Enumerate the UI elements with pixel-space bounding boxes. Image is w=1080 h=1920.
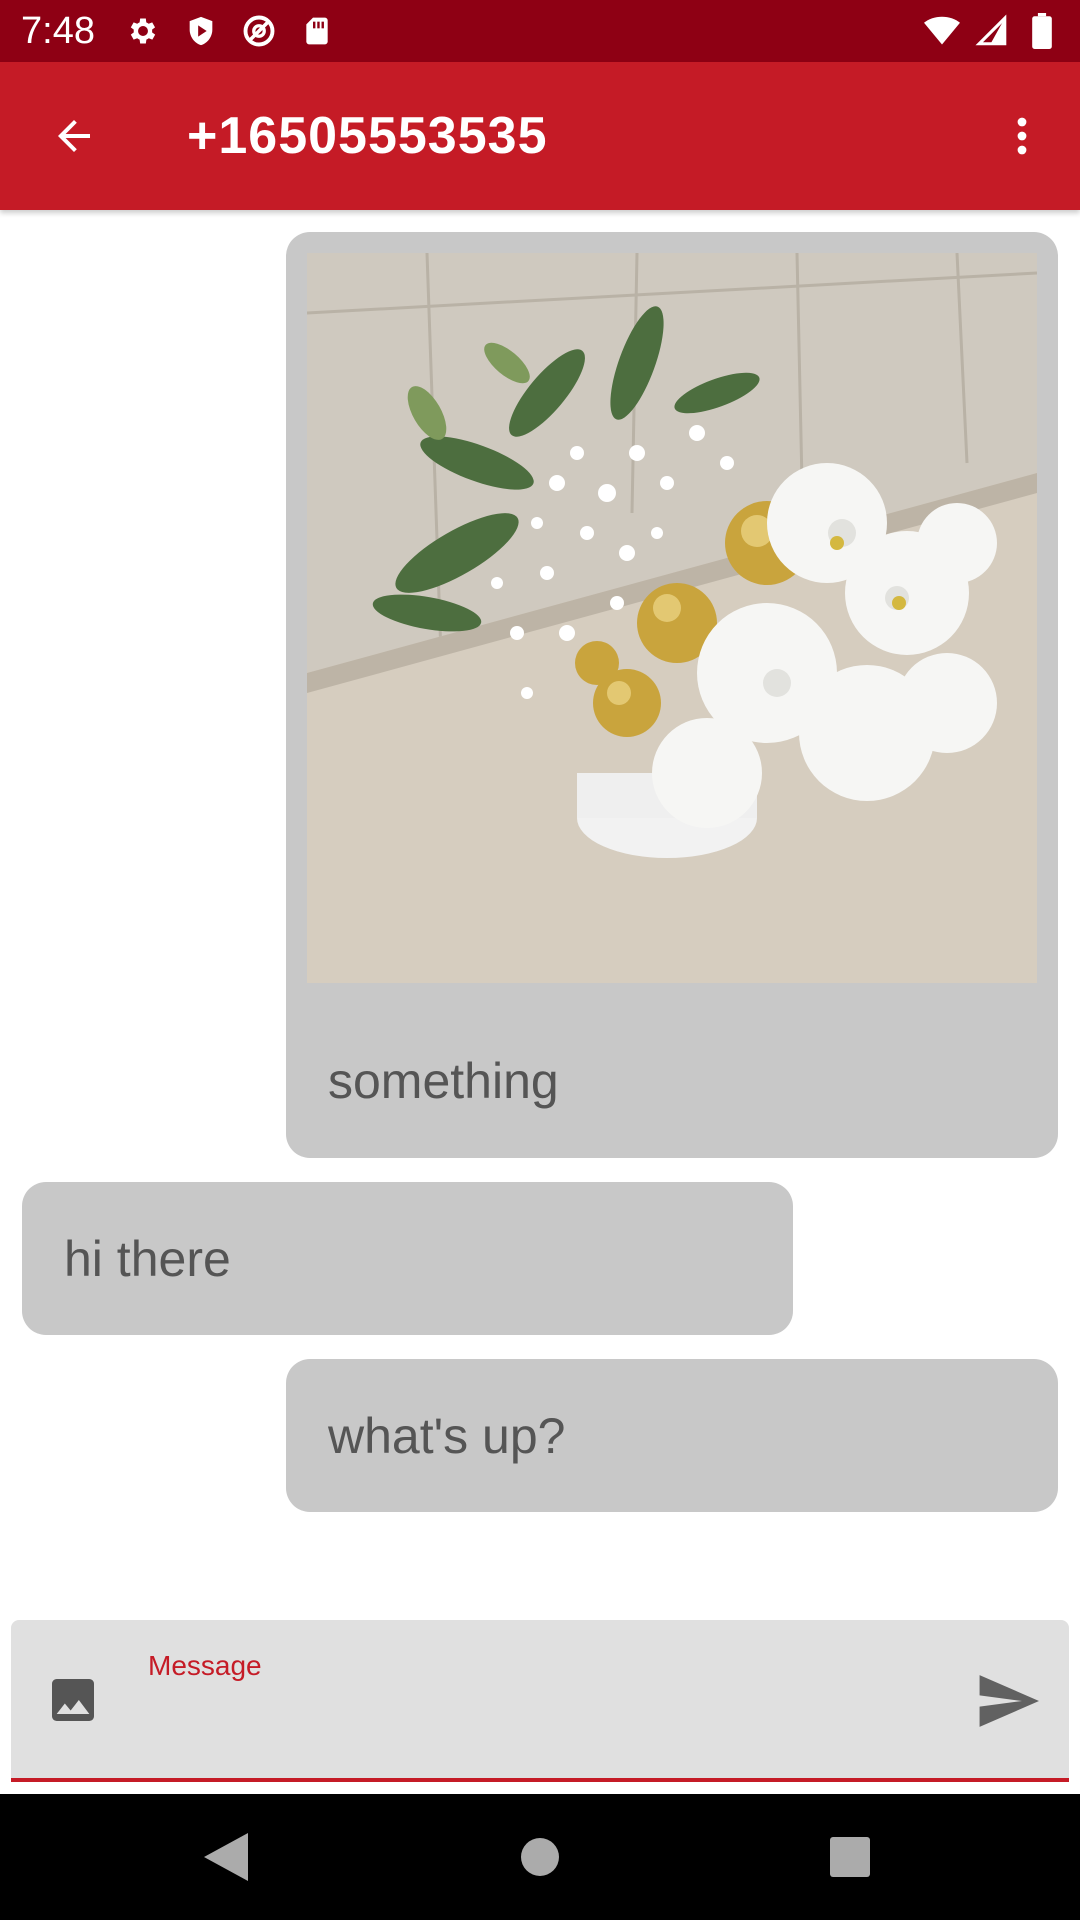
attached-photo[interactable] xyxy=(307,253,1037,983)
signal-icon xyxy=(974,13,1010,49)
no-disturb-icon xyxy=(241,13,277,49)
message-bubble-outgoing[interactable]: what's up? xyxy=(286,1359,1058,1512)
message-text: hi there xyxy=(64,1231,231,1287)
message-text: something xyxy=(328,1053,559,1109)
nav-home-button[interactable] xyxy=(510,1827,570,1887)
more-options-button[interactable] xyxy=(988,102,1056,170)
flower-bouquet-photo xyxy=(307,253,1037,983)
system-nav-bar xyxy=(0,1794,1080,1920)
message-bubble-outgoing[interactable]: something xyxy=(286,232,1058,1158)
conversation-title: +16505553535 xyxy=(187,107,548,165)
battery-icon xyxy=(1024,13,1060,49)
status-bar: 7:48 xyxy=(0,0,1080,62)
status-icons-left xyxy=(125,13,335,49)
home-circle-icon xyxy=(521,1838,559,1876)
send-icon xyxy=(979,1675,1039,1727)
settings-icon xyxy=(125,13,161,49)
nav-recents-button[interactable] xyxy=(820,1827,880,1887)
wifi-icon xyxy=(924,13,960,49)
sd-card-icon xyxy=(299,13,335,49)
message-text: what's up? xyxy=(328,1408,566,1464)
back-triangle-icon xyxy=(204,1833,248,1881)
status-icons-right xyxy=(924,0,1060,62)
app-bar: +16505553535 xyxy=(0,62,1080,210)
message-composer: Message xyxy=(11,1620,1069,1782)
message-field-label: Message xyxy=(148,1650,262,1681)
arrow-back-icon xyxy=(58,120,90,152)
shield-play-icon xyxy=(183,13,219,49)
back-button[interactable] xyxy=(40,102,108,170)
recents-square-icon xyxy=(830,1837,870,1877)
message-bubble-incoming[interactable]: hi there xyxy=(22,1182,793,1335)
image-icon xyxy=(52,1679,94,1721)
message-input[interactable] xyxy=(148,1690,948,1750)
attach-image-button[interactable] xyxy=(43,1670,103,1730)
more-vert-icon xyxy=(1017,117,1027,155)
nav-back-button[interactable] xyxy=(196,1827,256,1887)
status-time: 7:48 xyxy=(21,9,95,52)
send-button[interactable] xyxy=(973,1668,1043,1734)
